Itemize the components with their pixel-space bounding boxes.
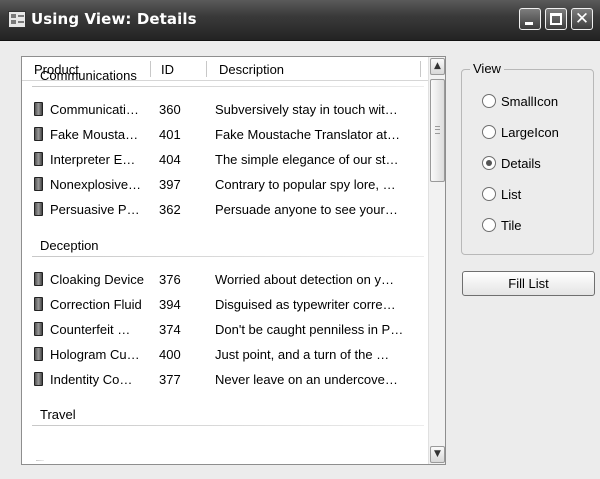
vertical-scrollbar[interactable]: ▲ ▼ (428, 57, 445, 464)
minimize-icon (525, 22, 533, 25)
form-icon (8, 11, 26, 28)
list-item[interactable]: Hologram Cu… 400 Just point, and a turn of… (22, 344, 427, 366)
description-cell: Fake Moustache Translator at… (215, 127, 400, 142)
device-icon (34, 297, 43, 311)
product-cell: Indentity Co… (50, 372, 133, 387)
scroll-down-button[interactable]: ▼ (430, 446, 445, 463)
list-item[interactable]: Nonexplosive… 397 Contrary to popular spy … (22, 174, 427, 196)
description-cell: Worried about detection on y… (215, 272, 394, 287)
description-cell: Never leave on an undercove… (215, 372, 398, 387)
product-cell: Hologram Cu… (50, 347, 140, 362)
title-bar[interactable]: Using View: Details ✕ (0, 0, 600, 41)
chevron-up-icon: ▲ (434, 61, 441, 71)
id-cell: 377 (159, 372, 181, 387)
column-divider[interactable] (150, 61, 151, 77)
id-cell: 397 (159, 177, 181, 192)
product-cell: Cloaking Device (50, 272, 144, 287)
radio-label: SmallIcon (501, 94, 559, 109)
product-cell: Counterfeit … (50, 322, 131, 337)
close-button[interactable]: ✕ (571, 8, 593, 30)
list-item[interactable]: Communicati… 360 Subversively stay in touc… (22, 99, 427, 121)
list-item[interactable]: Indentity Co… 377 Never leave on an underc… (22, 369, 427, 391)
device-icon (34, 102, 43, 116)
product-cell: Fake Mousta… (50, 127, 139, 142)
maximize-icon (550, 13, 562, 25)
device-icon (34, 127, 43, 141)
grip-icon (435, 126, 440, 134)
description-cell: Just point, and a turn of the … (215, 347, 390, 362)
close-icon: ✕ (574, 9, 590, 29)
description-cell: Subversively stay in touch wit… (215, 102, 398, 117)
product-cell: Communicati… (50, 102, 139, 117)
scroll-up-button[interactable]: ▲ (430, 58, 445, 75)
list-item[interactable]: Persuasive P… 362 Persuade anyone to see y… (22, 199, 427, 221)
group-divider (32, 86, 424, 87)
window-title: Using View: Details (31, 10, 197, 28)
fill-list-button[interactable]: Fill List (462, 271, 595, 296)
device-icon (34, 202, 43, 216)
id-cell: 404 (159, 152, 181, 167)
radio-label: LargeIcon (501, 125, 559, 140)
column-header-id[interactable]: ID (161, 57, 174, 80)
description-cell: The simple elegance of our st… (215, 152, 399, 167)
product-cell: Nonexplosive… (50, 177, 142, 192)
scroll-thumb[interactable] (430, 79, 445, 182)
radio-label: List (501, 187, 522, 202)
description-cell: Disguised as typewriter corre… (215, 297, 396, 312)
minimize-button[interactable] (519, 8, 541, 30)
group-divider (32, 425, 424, 426)
description-cell: Don't be caught penniless in P… (215, 322, 404, 337)
device-icon (34, 322, 43, 336)
product-listview[interactable]: Product ID Description Communications Com… (21, 56, 446, 465)
clipped-list-item (36, 460, 44, 461)
device-icon (34, 372, 43, 386)
device-icon (34, 347, 43, 361)
maximize-button[interactable] (545, 8, 567, 30)
radio-label: Tile (501, 218, 522, 233)
group-header[interactable]: Communications (40, 68, 137, 83)
list-item[interactable]: Interpreter E… 404 The simple elegance of … (22, 149, 427, 171)
radio-indicator-icon (482, 125, 496, 139)
description-cell: Persuade anyone to see your… (215, 202, 398, 217)
id-cell: 374 (159, 322, 181, 337)
description-cell: Contrary to popular spy lore, … (215, 177, 396, 192)
device-icon (34, 152, 43, 166)
list-item[interactable]: Fake Mousta… 401 Fake Moustache Translator… (22, 124, 427, 146)
product-cell: Interpreter E… (50, 152, 136, 167)
group-header[interactable]: Travel (40, 407, 76, 422)
group-divider (32, 256, 424, 257)
column-divider[interactable] (420, 61, 421, 77)
radio-indicator-icon (482, 94, 496, 108)
product-cell: Persuasive P… (50, 202, 140, 217)
device-icon (34, 272, 43, 286)
id-cell: 394 (159, 297, 181, 312)
product-cell: Correction Fluid (50, 297, 142, 312)
radio-indicator-icon (482, 187, 496, 201)
list-item[interactable]: Cloaking Device 376 Worried about detectio… (22, 269, 427, 291)
group-header[interactable]: Deception (40, 238, 99, 253)
id-cell: 362 (159, 202, 181, 217)
list-item[interactable]: Correction Fluid 394 Disguised as typewrit… (22, 294, 427, 316)
radio-indicator-icon (482, 218, 496, 232)
view-groupbox-title: View (470, 61, 504, 76)
radio-indicator-icon (482, 156, 496, 170)
radio-label: Details (501, 156, 541, 171)
list-item[interactable]: Counterfeit … 374 Don't be caught penniles… (22, 319, 427, 341)
device-icon (34, 177, 43, 191)
column-header-description[interactable]: Description (219, 57, 284, 80)
app-window: Using View: Details ✕ Product ID Descrip… (0, 0, 600, 479)
column-divider[interactable] (206, 61, 207, 77)
id-cell: 400 (159, 347, 181, 362)
id-cell: 376 (159, 272, 181, 287)
id-cell: 401 (159, 127, 181, 142)
id-cell: 360 (159, 102, 181, 117)
chevron-down-icon: ▼ (434, 449, 441, 459)
